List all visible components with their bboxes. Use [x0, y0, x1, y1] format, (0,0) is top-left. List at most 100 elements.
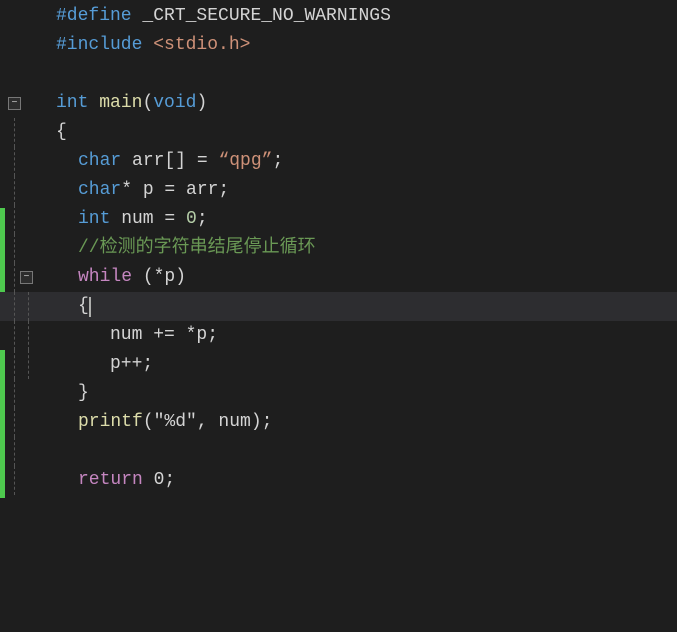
- token: 0: [186, 205, 197, 234]
- token: #include: [56, 31, 142, 60]
- guide-v: [14, 147, 15, 176]
- guide-v: [14, 118, 15, 147]
- gutter-10: −: [0, 263, 48, 292]
- guide-v2: [28, 350, 29, 379]
- code-15: printf("%d", num);: [48, 408, 677, 437]
- guide-v: [14, 292, 15, 321]
- token: ;: [197, 205, 208, 234]
- code-3: [48, 60, 677, 89]
- gutter-8: [0, 205, 48, 234]
- guide-v2: [28, 292, 29, 321]
- line-1: #define _CRT_SECURE_NO_WARNINGS: [0, 2, 677, 31]
- gutter-7: [0, 176, 48, 205]
- cursor: [89, 297, 91, 317]
- guide-v: [14, 205, 15, 234]
- token: p++;: [110, 350, 153, 379]
- line-10: − while (*p): [0, 263, 677, 292]
- gutter-4: −: [0, 89, 48, 118]
- code-13: p++;: [48, 350, 677, 379]
- guide-v: [14, 466, 15, 495]
- token: int: [78, 205, 110, 234]
- gutter-2: [0, 31, 48, 60]
- token: 0;: [143, 466, 175, 495]
- token: char: [78, 176, 121, 205]
- code-7: char* p = arr;: [48, 176, 677, 205]
- gutter-17: [0, 466, 48, 495]
- line-12: num += *p;: [0, 321, 677, 350]
- line-4: − int main(void): [0, 89, 677, 118]
- line-15: printf("%d", num);: [0, 408, 677, 437]
- line-11: {: [0, 292, 677, 321]
- gutter-6: [0, 147, 48, 176]
- line-3: [0, 60, 677, 89]
- line-14: }: [0, 379, 677, 408]
- gutter-13: [0, 350, 48, 379]
- gutter-5: [0, 118, 48, 147]
- code-9: //检测的字符串结尾停止循环: [48, 234, 677, 263]
- token: //检测的字符串结尾停止循环: [78, 234, 316, 263]
- token: main: [99, 89, 142, 118]
- line-17: return 0;: [0, 466, 677, 495]
- token: ;: [272, 147, 283, 176]
- guide-v: [14, 437, 15, 466]
- guide-v: [14, 379, 15, 408]
- code-editor[interactable]: #define _CRT_SECURE_NO_WARNINGS #include…: [0, 0, 677, 632]
- token: (: [142, 89, 153, 118]
- gutter-9: [0, 234, 48, 263]
- code-17: return 0;: [48, 466, 677, 495]
- guide-v: [14, 350, 15, 379]
- code-10: while (*p): [48, 263, 677, 292]
- gutter-12: [0, 321, 48, 350]
- token: char: [78, 147, 121, 176]
- guide-v: [14, 176, 15, 205]
- token: while: [78, 263, 132, 292]
- token: {: [56, 118, 67, 147]
- code-14: }: [48, 379, 677, 408]
- gutter-16: [0, 437, 48, 466]
- gutter-1: [0, 2, 48, 31]
- code-11: {: [48, 292, 677, 321]
- gutter-3: [0, 60, 48, 89]
- code-2: #include <stdio.h>: [48, 31, 677, 60]
- code-5: {: [48, 118, 677, 147]
- line-7: char* p = arr;: [0, 176, 677, 205]
- code-4: int main(void): [48, 89, 677, 118]
- line-16: [0, 437, 677, 466]
- gutter-15: [0, 408, 48, 437]
- code-container: #define _CRT_SECURE_NO_WARNINGS #include…: [0, 0, 677, 495]
- token: “qpg”: [218, 147, 272, 176]
- token: num += *p;: [110, 321, 218, 350]
- line-5: {: [0, 118, 677, 147]
- token: ("%d", num);: [143, 408, 273, 437]
- token: }: [78, 379, 89, 408]
- code-12: num += *p;: [48, 321, 677, 350]
- token: [88, 89, 99, 118]
- line-6: char arr[] = “qpg”;: [0, 147, 677, 176]
- fold-icon-main[interactable]: −: [8, 97, 21, 110]
- token: int: [56, 89, 88, 118]
- token: <stdio.h>: [142, 31, 250, 60]
- token: * p = arr;: [121, 176, 229, 205]
- code-6: char arr[] = “qpg”;: [48, 147, 677, 176]
- line-13: p++;: [0, 350, 677, 379]
- code-1: #define _CRT_SECURE_NO_WARNINGS: [48, 2, 677, 31]
- token: _CRT_SECURE_NO_WARNINGS: [132, 2, 391, 31]
- guide-v: [14, 234, 15, 263]
- token: arr[] =: [121, 147, 218, 176]
- code-8: int num = 0;: [48, 205, 677, 234]
- token: return: [78, 466, 143, 495]
- guide-v: [14, 263, 15, 292]
- gutter-14: [0, 379, 48, 408]
- token: void: [153, 89, 196, 118]
- token: (*p): [132, 263, 186, 292]
- token: num =: [110, 205, 186, 234]
- token: printf: [78, 408, 143, 437]
- token: ): [196, 89, 207, 118]
- fold-icon-while[interactable]: −: [20, 271, 33, 284]
- gutter-11: [0, 292, 48, 321]
- code-16: [48, 437, 677, 466]
- line-9: //检测的字符串结尾停止循环: [0, 234, 677, 263]
- line-8: int num = 0;: [0, 205, 677, 234]
- guide-v2: [28, 321, 29, 350]
- token: #define: [56, 2, 132, 31]
